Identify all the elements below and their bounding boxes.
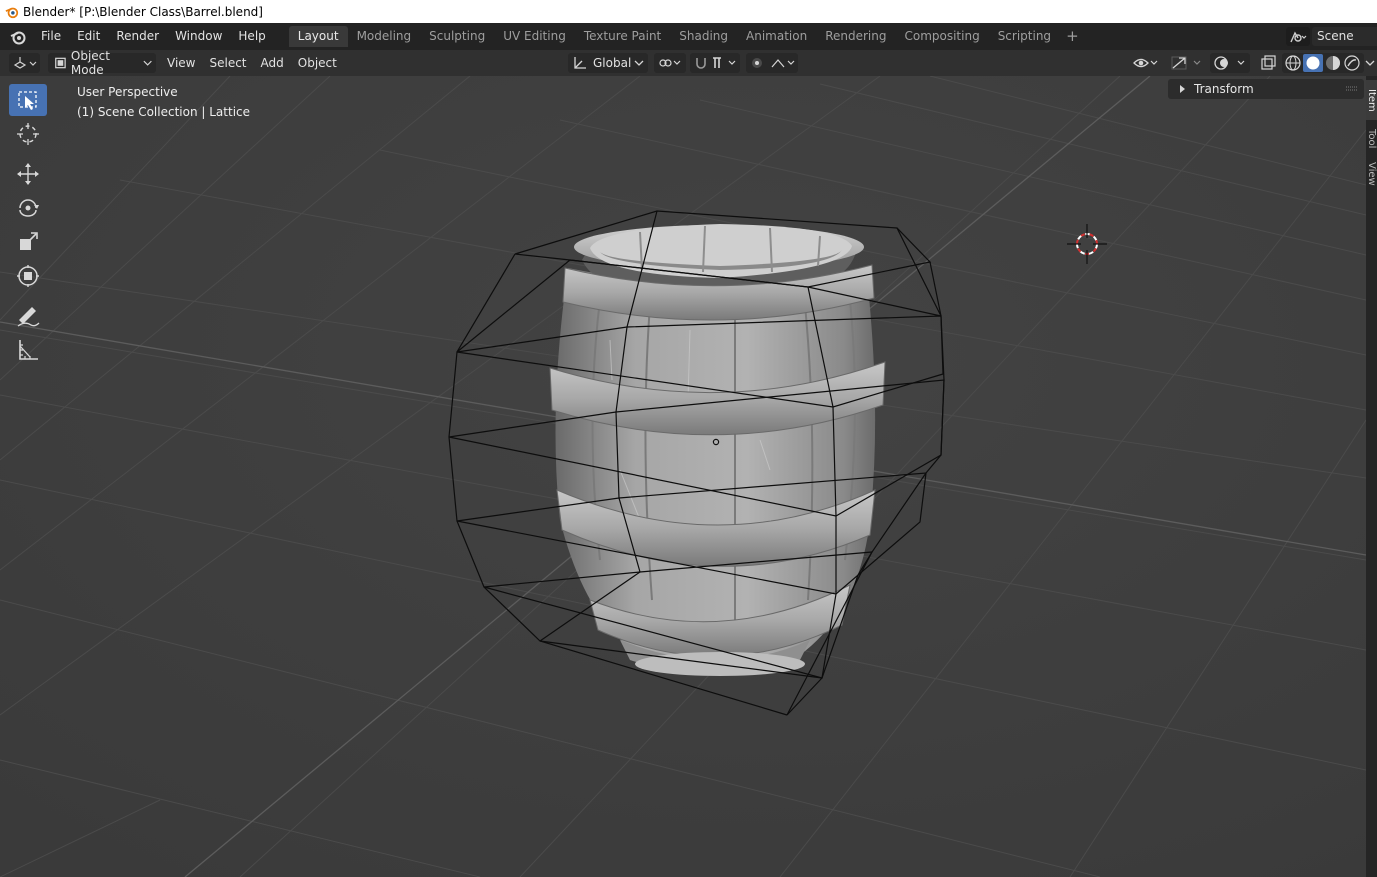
add-workspace-button[interactable]: + xyxy=(1060,26,1085,47)
scene-selector: Scene xyxy=(1286,26,1377,47)
transform-panel-title: Transform xyxy=(1194,82,1254,96)
window-title: Blender* [P:\Blender Class\Barrel.blend] xyxy=(23,4,263,19)
overlays-icon xyxy=(1214,56,1245,70)
move-tool[interactable] xyxy=(9,158,47,190)
menu-render[interactable]: Render xyxy=(108,23,167,50)
rotate-icon xyxy=(19,199,39,217)
tab-animation[interactable]: Animation xyxy=(737,26,816,47)
sidebar-tab-item[interactable]: Item xyxy=(1366,80,1377,120)
blender-menu-icon[interactable] xyxy=(9,28,27,46)
transform-panel-header[interactable]: Transform xyxy=(1168,79,1364,99)
shading-mode-group xyxy=(1282,53,1364,73)
tab-modeling[interactable]: Modeling xyxy=(348,26,421,47)
tab-compositing[interactable]: Compositing xyxy=(895,26,988,47)
menu-view[interactable]: View xyxy=(160,53,202,73)
viewport-header: Object Mode View Select Add Object Globa… xyxy=(0,49,1377,77)
move-icon xyxy=(17,163,39,185)
rotate-tool[interactable] xyxy=(9,192,47,224)
cursor-tool[interactable] xyxy=(9,118,47,150)
gizmo-icon xyxy=(1171,56,1201,70)
select-box-icon xyxy=(18,91,37,110)
view-name-label: User Perspective xyxy=(77,85,178,99)
overlays-button[interactable] xyxy=(1210,53,1250,73)
tab-uv-editing[interactable]: UV Editing xyxy=(494,26,575,47)
proportional-editing-button[interactable] xyxy=(746,53,798,73)
snap-magnet-icon xyxy=(696,57,736,69)
disclosure-triangle-icon xyxy=(1180,85,1185,93)
chevron-down-icon xyxy=(1365,60,1375,66)
drag-handle-icon[interactable] xyxy=(1345,84,1359,94)
collection-info-label: (1) Scene Collection | Lattice xyxy=(77,105,251,119)
pivot-icon xyxy=(659,59,681,67)
menu-window[interactable]: Window xyxy=(167,23,230,50)
object-mode-icon xyxy=(55,57,66,69)
tab-shading[interactable]: Shading xyxy=(670,26,737,47)
viewport-scene xyxy=(0,76,1366,877)
mode-dropdown[interactable]: Object Mode xyxy=(48,49,156,77)
editor-type-icon xyxy=(13,57,36,69)
proportional-edit-icon xyxy=(752,58,795,68)
transform-tool[interactable] xyxy=(9,260,47,292)
workspace-tabs: Layout Modeling Sculpting UV Editing Tex… xyxy=(288,26,1085,47)
shading-options-button[interactable] xyxy=(1364,53,1376,73)
mode-label: Object Mode xyxy=(70,49,110,77)
tab-layout[interactable]: Layout xyxy=(288,26,348,47)
orientation-icon xyxy=(574,57,586,69)
visibility-button[interactable] xyxy=(1132,53,1158,73)
annotate-tool[interactable] xyxy=(9,300,47,332)
eye-icon xyxy=(1133,58,1158,68)
editor-type-button[interactable] xyxy=(9,53,40,73)
orientation-label: Global xyxy=(593,56,632,70)
topbar: File Edit Render Window Help Layout Mode… xyxy=(0,23,1377,50)
scale-tool[interactable] xyxy=(9,226,47,258)
blender-logo-icon xyxy=(5,7,19,18)
chevron-down-icon xyxy=(143,60,152,66)
wireframe-shading-icon[interactable] xyxy=(1284,54,1302,72)
menu-object[interactable]: Object xyxy=(291,53,344,73)
measure-tool[interactable] xyxy=(9,334,47,366)
sidebar-tab-tool[interactable]: Tool xyxy=(1366,124,1377,154)
rendered-shading-icon[interactable] xyxy=(1343,54,1361,72)
cursor-icon xyxy=(17,123,39,145)
xray-icon xyxy=(1261,55,1276,70)
menu-select[interactable]: Select xyxy=(202,53,253,73)
3d-viewport[interactable] xyxy=(0,76,1366,877)
tab-scripting[interactable]: Scripting xyxy=(989,26,1060,47)
tab-rendering[interactable]: Rendering xyxy=(816,26,895,47)
xray-toggle[interactable] xyxy=(1258,53,1278,73)
tab-sculpting[interactable]: Sculpting xyxy=(420,26,494,47)
viewport-menus: View Select Add Object xyxy=(160,53,344,73)
scale-icon xyxy=(20,232,38,250)
material-shading-icon[interactable] xyxy=(1324,54,1342,72)
sidebar-tab-view[interactable]: View xyxy=(1366,158,1377,190)
menu-file[interactable]: File xyxy=(33,23,69,50)
tool-shelf xyxy=(9,84,49,368)
scene-name-field[interactable]: Scene xyxy=(1312,27,1377,46)
measure-icon xyxy=(19,340,38,360)
menu-edit[interactable]: Edit xyxy=(69,23,108,50)
scene-icon xyxy=(1290,30,1307,42)
annotate-icon xyxy=(17,307,40,327)
menu-help[interactable]: Help xyxy=(230,23,273,50)
transform-icon xyxy=(17,265,39,287)
solid-shading-icon[interactable] xyxy=(1303,54,1323,72)
gizmo-button[interactable] xyxy=(1168,53,1206,73)
pivot-point-button[interactable] xyxy=(654,53,686,73)
chevron-down-icon xyxy=(634,60,644,66)
window-titlebar: Blender* [P:\Blender Class\Barrel.blend] xyxy=(0,0,1377,23)
transform-orientation-dropdown[interactable]: Global xyxy=(568,53,648,73)
snap-button[interactable] xyxy=(690,53,740,73)
tab-texture-paint[interactable]: Texture Paint xyxy=(575,26,670,47)
select-box-tool[interactable] xyxy=(9,84,47,116)
menu-add[interactable]: Add xyxy=(254,53,291,73)
sidebar-tabs: Item Tool View xyxy=(1366,76,1377,877)
scene-browse-button[interactable] xyxy=(1286,27,1310,46)
